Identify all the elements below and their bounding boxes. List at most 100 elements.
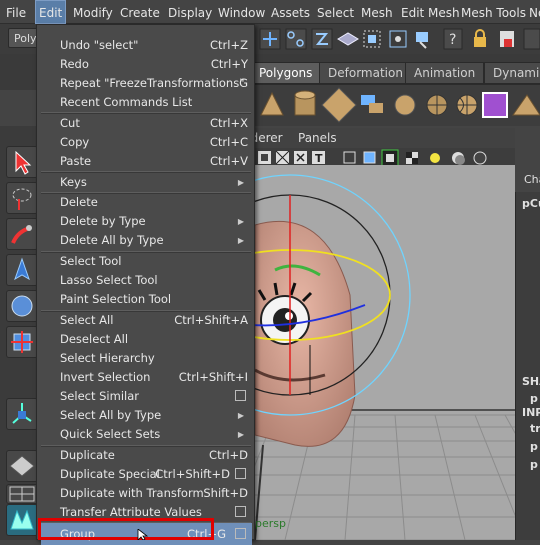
menu-item-select-hierarchy[interactable]: Select Hierarchy (60, 349, 252, 368)
symmetry-icon[interactable] (523, 28, 540, 50)
poly-globe-icon[interactable] (456, 94, 478, 116)
help-icon[interactable]: ? (443, 28, 463, 50)
rotate-tool-button[interactable] (6, 290, 38, 322)
channel-box-tab-label[interactable]: Cha (524, 173, 540, 186)
wireframe-icon[interactable] (258, 151, 271, 164)
lock-icon[interactable] (474, 29, 486, 47)
poly-sphere-icon[interactable] (394, 94, 416, 116)
tab-deformation[interactable]: Deformation (319, 62, 412, 84)
menu-modify[interactable]: Modify (73, 0, 113, 24)
poly-extrude-icon[interactable] (361, 95, 383, 113)
tab-animation[interactable]: Animation (405, 62, 485, 84)
option-box-icon[interactable] (235, 390, 246, 401)
menu-item-recent-commands[interactable]: Recent Commands List (60, 93, 252, 112)
snap-curve-icon[interactable] (285, 28, 307, 50)
menu-item-select-tool[interactable]: Select Tool (60, 252, 252, 271)
light-icon[interactable] (430, 153, 440, 163)
move-tool-button[interactable] (6, 254, 38, 286)
snap-grid-icon[interactable] (259, 28, 281, 50)
menu-item-label: Repeat "FreezeTransformations" (60, 76, 245, 90)
node-name[interactable]: pCu (522, 197, 540, 210)
menu-select[interactable]: Select (317, 0, 354, 24)
menu-item-label: Cut (60, 116, 80, 130)
poly-cylinder-icon[interactable] (294, 90, 316, 116)
snap-vertex-icon[interactable] (389, 30, 407, 48)
option-box-icon[interactable] (235, 506, 246, 517)
menu-edit-mesh[interactable]: Edit Mesh (401, 0, 460, 24)
cube-wire-icon[interactable] (343, 151, 356, 164)
submenu-arrow-icon: ▶ (237, 217, 244, 226)
poly-torus-icon[interactable] (426, 94, 448, 116)
menu-window[interactable]: Window (218, 0, 265, 24)
cube-shaded-icon[interactable] (363, 151, 376, 164)
menu-overflow[interactable]: No (529, 0, 540, 24)
menu-item-select-similar[interactable]: Select Similar (60, 387, 252, 406)
poly-pyramid2-icon[interactable] (512, 94, 540, 116)
menu-item-select-all-by-type[interactable]: Select All by Type ▶ (60, 406, 252, 425)
shadow-icon[interactable] (452, 152, 465, 165)
poly-plane-icon[interactable] (321, 87, 357, 123)
menu-item-redo[interactable]: Redo Ctrl+Y (60, 55, 252, 74)
menu-item-duplicate-special[interactable]: Duplicate Special Ctrl+Shift+D (60, 465, 252, 484)
scale-tool-button[interactable] (6, 326, 38, 358)
menu-item-duplicate-with-transform[interactable]: Duplicate with Transform Shift+D (60, 484, 252, 503)
ao-icon[interactable] (473, 151, 487, 165)
layout-single-button[interactable] (6, 450, 38, 482)
inputs-header: INP (522, 406, 540, 419)
poly-pyramid-icon[interactable] (260, 91, 284, 116)
layout-quad-button[interactable] (6, 484, 38, 504)
menu-display[interactable]: Display (168, 0, 212, 24)
select-tool-button[interactable] (6, 146, 38, 178)
menu-create[interactable]: Create (120, 0, 160, 24)
mode-selector[interactable]: Poly (8, 28, 38, 48)
menu-item-deselect-all[interactable]: Deselect All (60, 330, 252, 349)
shape-row[interactable]: p (530, 392, 538, 405)
manipulator-tool-button[interactable] (6, 398, 38, 430)
menu-item-label: Duplicate with Transform (60, 486, 204, 500)
menu-item-delete-all-by-type[interactable]: Delete All by Type ▶ (60, 231, 252, 250)
menu-item-paste[interactable]: Paste Ctrl+V (60, 152, 252, 171)
menu-item-delete[interactable]: Delete (60, 193, 252, 212)
snap-live-icon[interactable] (363, 30, 381, 48)
input-row[interactable]: p (530, 458, 538, 471)
render-icon[interactable] (416, 32, 428, 49)
snap-point-icon[interactable] (311, 28, 333, 50)
menu-item-keys[interactable]: Keys ▶ (60, 173, 252, 192)
snap-view-plane-icon[interactable] (337, 32, 359, 46)
menu-item-lasso-select-tool[interactable]: Lasso Select Tool (60, 271, 252, 290)
menu-item-undo[interactable]: Undo "select" Ctrl+Z (60, 36, 252, 55)
paint-select-tool-button[interactable] (6, 218, 38, 250)
tab-polygons[interactable]: Polygons (250, 62, 322, 84)
menu-assets[interactable]: Assets (271, 0, 310, 24)
menu-item-repeat[interactable]: Repeat "FreezeTransformations" G (60, 74, 252, 93)
menu-item-invert-selection[interactable]: Invert Selection Ctrl+Shift+I (60, 368, 252, 387)
menu-mesh[interactable]: Mesh (361, 0, 393, 24)
viewport-menu-panels[interactable]: Panels (298, 131, 337, 145)
menu-item-label: Deselect All (60, 332, 129, 346)
checker-icon[interactable] (275, 150, 290, 165)
menu-item-copy[interactable]: Copy Ctrl+C (60, 133, 252, 152)
tab-dynamics[interactable]: Dynamics (484, 62, 540, 84)
input-row[interactable]: tr (530, 422, 540, 435)
menu-item-delete-by-type[interactable]: Delete by Type ▶ (60, 212, 252, 231)
perspective-viewport[interactable]: persp (255, 165, 515, 540)
menu-item-paint-selection-tool[interactable]: Paint Selection Tool (60, 290, 252, 309)
isolate-icon[interactable] (381, 149, 399, 167)
texture-icon[interactable] (406, 152, 418, 164)
xray-icon[interactable] (294, 151, 307, 164)
menu-item-quick-select-sets[interactable]: Quick Select Sets ▶ (60, 425, 252, 444)
option-box-icon[interactable] (235, 528, 246, 539)
menu-file[interactable]: File (6, 0, 26, 24)
text-icon[interactable]: T (312, 151, 325, 165)
input-row[interactable]: p (530, 440, 538, 453)
menu-mesh-tools[interactable]: Mesh Tools (461, 0, 526, 24)
menu-edit[interactable]: Edit (35, 0, 67, 24)
option-box-icon[interactable] (235, 468, 246, 479)
shelf-icon-strip (260, 87, 540, 123)
menu-item-duplicate[interactable]: Duplicate Ctrl+D (60, 446, 252, 465)
menu-item-select-all[interactable]: Select All Ctrl+Shift+A (60, 311, 252, 330)
menu-item-cut[interactable]: Cut Ctrl+X (60, 114, 252, 133)
lasso-tool-button[interactable] (6, 182, 38, 214)
poly-cube-purple-icon[interactable] (482, 92, 508, 118)
selection-lock-icon[interactable] (500, 31, 514, 47)
